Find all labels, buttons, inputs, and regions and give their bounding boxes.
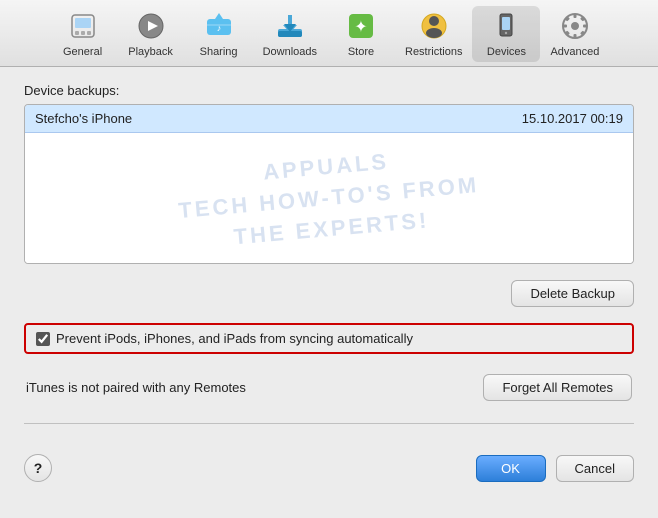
- general-icon: [67, 10, 99, 42]
- toolbar-label-general: General: [63, 46, 102, 58]
- watermark-area: APPUALS TECH HOW-TO'S FROM THE EXPERTS!: [25, 133, 633, 263]
- sharing-icon: ♪: [203, 10, 235, 42]
- toolbar-item-advanced[interactable]: Advanced: [540, 6, 609, 62]
- divider: [24, 423, 634, 424]
- device-backups-label: Device backups:: [24, 83, 634, 98]
- toolbar-label-restrictions: Restrictions: [405, 46, 462, 58]
- toolbar: General Playback ♪ Sharing: [0, 0, 658, 67]
- svg-text:✦: ✦: [354, 19, 367, 36]
- cancel-button[interactable]: Cancel: [556, 455, 634, 482]
- bottom-bar-right: OK Cancel: [476, 455, 634, 482]
- delete-backup-button[interactable]: Delete Backup: [511, 280, 634, 307]
- toolbar-item-playback[interactable]: Playback: [117, 6, 185, 62]
- toolbar-label-playback: Playback: [128, 46, 173, 58]
- toolbar-item-devices[interactable]: Devices: [472, 6, 540, 62]
- backup-actions: Delete Backup: [24, 280, 634, 307]
- bottom-bar: ? OK Cancel: [0, 446, 658, 490]
- backup-date: 15.10.2017 00:19: [522, 111, 623, 126]
- toolbar-label-store: Store: [348, 46, 374, 58]
- backup-row[interactable]: Stefcho's iPhone 15.10.2017 00:19: [25, 105, 633, 133]
- prevent-sync-row: Prevent iPods, iPhones, and iPads from s…: [24, 323, 634, 354]
- toolbar-item-store[interactable]: ✦ Store: [327, 6, 395, 62]
- remotes-row: iTunes is not paired with any Remotes Fo…: [24, 374, 634, 401]
- remotes-label: iTunes is not paired with any Remotes: [26, 380, 246, 395]
- watermark: APPUALS TECH HOW-TO'S FROM THE EXPERTS!: [175, 139, 483, 257]
- toolbar-label-sharing: Sharing: [200, 46, 238, 58]
- toolbar-label-advanced: Advanced: [550, 46, 599, 58]
- devices-icon: [490, 10, 522, 42]
- backup-list: Stefcho's iPhone 15.10.2017 00:19 APPUAL…: [24, 104, 634, 264]
- ok-button[interactable]: OK: [476, 455, 546, 482]
- help-button[interactable]: ?: [24, 454, 52, 482]
- toolbar-item-sharing[interactable]: ♪ Sharing: [185, 6, 253, 62]
- playback-icon: [135, 10, 167, 42]
- restrictions-icon: [418, 10, 450, 42]
- toolbar-label-devices: Devices: [487, 46, 526, 58]
- toolbar-item-restrictions[interactable]: Restrictions: [395, 6, 472, 62]
- backup-device-name: Stefcho's iPhone: [35, 111, 132, 126]
- advanced-icon: [559, 10, 591, 42]
- main-content: Device backups: Stefcho's iPhone 15.10.2…: [0, 67, 658, 446]
- toolbar-label-downloads: Downloads: [263, 46, 317, 58]
- prevent-sync-label[interactable]: Prevent iPods, iPhones, and iPads from s…: [56, 331, 413, 346]
- prevent-sync-checkbox[interactable]: [36, 332, 50, 346]
- downloads-icon: [274, 10, 306, 42]
- store-icon: ✦: [345, 10, 377, 42]
- forget-remotes-button[interactable]: Forget All Remotes: [483, 374, 632, 401]
- toolbar-item-general[interactable]: General: [49, 6, 117, 62]
- toolbar-item-downloads[interactable]: Downloads: [253, 6, 327, 62]
